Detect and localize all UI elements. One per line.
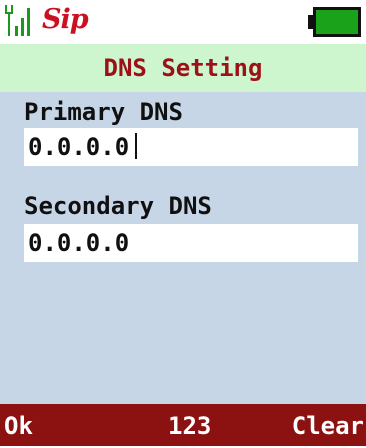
battery-full-icon bbox=[308, 7, 361, 37]
text-cursor bbox=[135, 133, 138, 159]
primary-dns-label: Primary DNS bbox=[24, 98, 183, 126]
secondary-dns-label: Secondary DNS bbox=[24, 192, 212, 220]
page-title: DNS Setting bbox=[103, 54, 263, 82]
sip-logo: Sip bbox=[42, 4, 89, 35]
primary-dns-value: 0.0.0.0 bbox=[28, 133, 130, 161]
primary-dns-input[interactable]: 0.0.0.0 bbox=[24, 128, 358, 166]
softkey-bar: Ok 123 Clear bbox=[0, 404, 366, 446]
secondary-dns-input[interactable]: 0.0.0.0 bbox=[24, 224, 358, 262]
status-bar: Sip bbox=[0, 0, 366, 44]
phone-screen: Sip DNS Setting Primary DNS 0.0.0.0 Seco… bbox=[0, 0, 366, 446]
secondary-dns-value: 0.0.0.0 bbox=[28, 229, 130, 257]
ok-softkey[interactable]: Ok bbox=[4, 404, 33, 446]
input-mode-softkey[interactable]: 123 bbox=[168, 404, 211, 446]
title-bar: DNS Setting bbox=[0, 44, 366, 92]
clear-softkey[interactable]: Clear bbox=[292, 404, 364, 446]
signal-strength-icon bbox=[5, 5, 30, 36]
